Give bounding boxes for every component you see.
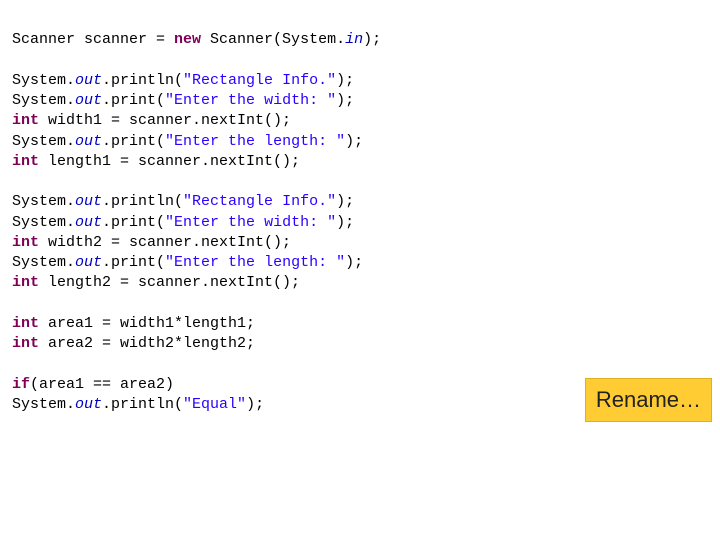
code-line: System.out.println("Equal"); [12,396,264,413]
code-line: System.out.print("Enter the width: "); [12,214,354,231]
code-line: System.out.println("Rectangle Info."); [12,193,354,210]
code-line: int length2 = scanner.nextInt(); [12,274,300,291]
code-line: int length1 = scanner.nextInt(); [12,153,300,170]
code-line: System.out.print("Enter the length: "); [12,133,363,150]
code-line: System.out.print("Enter the width: "); [12,92,354,109]
code-line: System.out.println("Rectangle Info."); [12,72,354,89]
code-line: int width1 = scanner.nextInt(); [12,112,291,129]
slide: Scanner scanner = new Scanner(System.in)… [0,0,720,540]
callout-label: Rename… [596,387,701,412]
code-line: int area2 = width2*length2; [12,335,255,352]
code-line: Scanner scanner = new Scanner(System.in)… [12,31,381,48]
rename-callout: Rename… [585,378,712,422]
code-line: if(area1 == area2) [12,376,174,393]
code-line: int width2 = scanner.nextInt(); [12,234,291,251]
code-line: int area1 = width1*length1; [12,315,255,332]
code-line: System.out.print("Enter the length: "); [12,254,363,271]
code-block: Scanner scanner = new Scanner(System.in)… [12,10,708,415]
